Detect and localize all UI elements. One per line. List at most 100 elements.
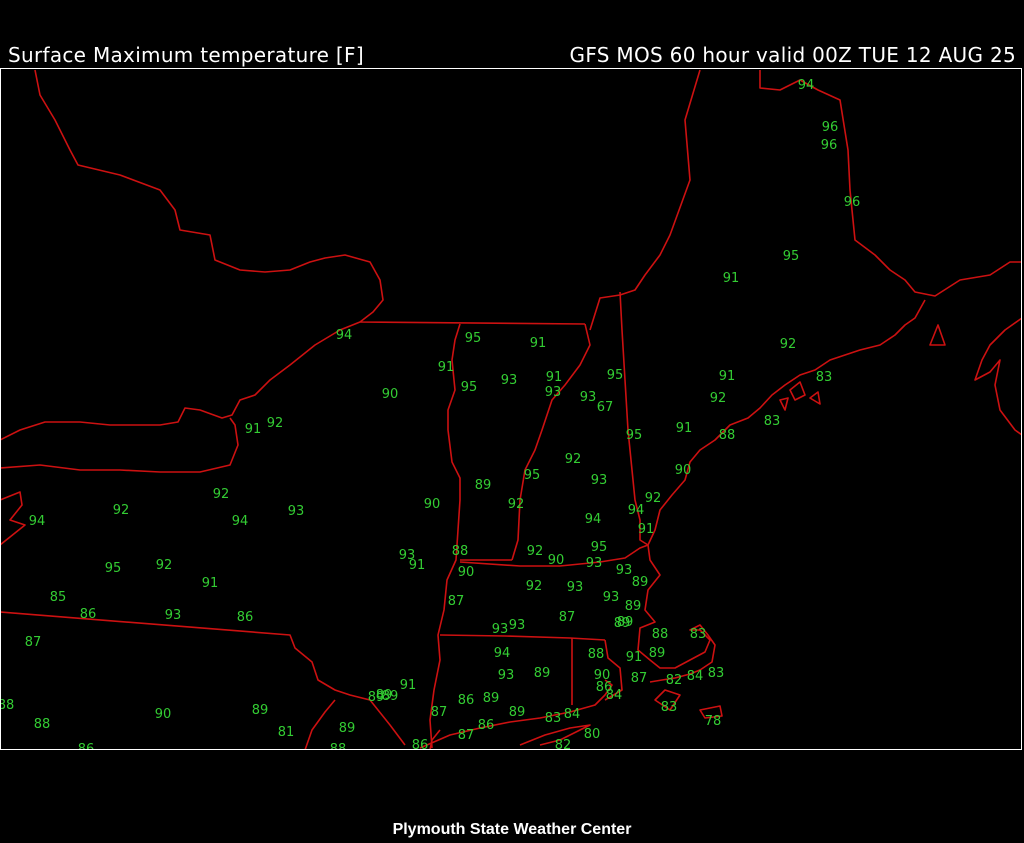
station-temperature-value: 93 (567, 580, 584, 595)
station-temperature-value: 81 (278, 725, 295, 740)
station-temperature-value: 86 (458, 693, 475, 708)
map-panel: 94 96 96 96 95 91 95 91 94 92 91 95 91 93 91 95 93 93 90 67… (0, 68, 1022, 750)
nova-scotia-coast (974, 317, 1021, 436)
lake-ontario-south-shore (1, 417, 239, 473)
station-temperature-value: 96 (844, 195, 861, 210)
lake-ontario-shore (1, 321, 361, 441)
station-temperature-value: 93 (580, 390, 597, 405)
station-temperature-value: 92 (565, 452, 582, 467)
maine-northern-border (759, 70, 1021, 297)
station-temperature-value: 92 (645, 491, 662, 506)
station-temperature-value: 95 (524, 468, 541, 483)
credit-footer: Plymouth State Weather Center (392, 821, 632, 838)
station-temperature-value: 94 (798, 78, 815, 93)
station-temperature-value: 91 (530, 336, 547, 351)
station-temperature-value: 92 (267, 416, 284, 431)
station-temperature-value: 92 (710, 391, 727, 406)
station-temperature-value: 84 (687, 669, 704, 684)
station-temperature-value: 80 (584, 727, 601, 742)
station-temperature-value: 92 (780, 337, 797, 352)
station-temperature-value: 91 (245, 422, 262, 437)
station-temperature-value: 92 (526, 579, 543, 594)
station-temperature-value: 95 (626, 428, 643, 443)
vt-nh-border (511, 323, 591, 561)
station-temperature-value: 89 (632, 575, 649, 590)
canada-border-north (34, 69, 586, 325)
station-temperature-value: 94 (494, 646, 511, 661)
station-temperature-value: 93 (498, 668, 515, 683)
boundary-lines (1, 69, 1021, 749)
station-temperature-value: 93 (545, 385, 562, 400)
ny-vermont-border (429, 323, 461, 749)
station-temperature-value: 93 (288, 504, 305, 519)
station-temperature-value: 89 (649, 646, 666, 661)
station-temperature-value: 88 (719, 428, 736, 443)
station-temperature-value: 87 (448, 594, 465, 609)
station-temperature-value: 93 (591, 473, 608, 488)
station-temperature-value: 83 (690, 627, 707, 642)
station-temperature-value: 90 (424, 497, 441, 512)
station-temperature-value: 96 (822, 120, 839, 135)
station-temperature-value: 90 (458, 565, 475, 580)
station-temperature-value: 93 (603, 590, 620, 605)
station-temperature-value: 95 (607, 368, 624, 383)
station-temperature-value: 86 (80, 607, 97, 622)
station-temperature-value: 87 (559, 610, 576, 625)
station-temperature-value: 89 (534, 666, 551, 681)
station-temperature-value: 95 (465, 331, 482, 346)
station-temperature-value: 89 (483, 691, 500, 706)
station-temperature-value: 89 (509, 705, 526, 720)
station-temperature-value: 88 (588, 647, 605, 662)
station-temperature-value: 90 (155, 707, 172, 722)
station-temperature-value: 84 (564, 707, 581, 722)
station-temperature-value: 87 (431, 705, 448, 720)
station-temperature-value: 88 (0, 698, 14, 713)
station-temperature-value: 89 (625, 599, 642, 614)
station-temperature-value: 91 (676, 421, 693, 436)
station-temperature-value: 89 (339, 721, 356, 736)
station-temperature-value: 86 (237, 610, 254, 625)
ma-ct-border (439, 634, 606, 641)
station-temperature-value: 83 (708, 666, 725, 681)
station-temperature-value: 93 (586, 556, 603, 571)
station-temperature-value: 95 (783, 249, 800, 264)
station-temperature-value: 94 (29, 514, 46, 529)
station-temperature-value: 91 (202, 576, 219, 591)
station-temperature-value: 88 (452, 544, 469, 559)
station-temperature-value: 87 (458, 728, 475, 743)
station-temperature-value: 94 (628, 503, 645, 518)
station-temperature-value: 91 (438, 360, 455, 375)
station-temperature-value: 89 (617, 615, 634, 630)
station-temperature-value: 96 (821, 138, 838, 153)
station-temperature-value: 89 (376, 688, 393, 703)
station-temperature-value: 94 (232, 514, 249, 529)
station-temperature-value: 92 (156, 558, 173, 573)
station-temperature-value: 93 (616, 563, 633, 578)
station-temperature-value: 88 (34, 717, 51, 732)
station-temperature-value: 93 (509, 618, 526, 633)
station-temperature-value: 91 (400, 678, 417, 693)
station-temperature-value: 84 (606, 688, 623, 703)
station-temperature-value: 90 (675, 463, 692, 478)
station-temperature-value: 78 (705, 714, 722, 729)
station-temperature-value: 90 (548, 553, 565, 568)
station-temperature-value: 91 (546, 370, 563, 385)
valid-time-label: GFS MOS 60 hour valid 00Z TUE 12 AUG 25 (569, 43, 1016, 67)
station-temperature-value: 83 (661, 700, 678, 715)
station-temperature-value: 93 (165, 608, 182, 623)
station-temperature-value: 92 (527, 544, 544, 559)
station-temperature-value: 83 (545, 711, 562, 726)
temperature-map: 94969696959195 91949291959193 919593 939067… (0, 69, 1021, 750)
station-temperature-value: 95 (105, 561, 122, 576)
station-temperature-value: 83 (816, 370, 833, 385)
station-temperature-value: 95 (461, 380, 478, 395)
station-temperature-value: 88 (652, 627, 669, 642)
station-temperature-value: 82 (555, 738, 572, 750)
station-temperature-value: 85 (50, 590, 67, 605)
station-temperature-value: 88 (330, 742, 347, 750)
station-temperature-value: 87 (25, 635, 42, 650)
station-temperature-value: 94 (336, 328, 353, 343)
station-temperature-value: 87 (631, 671, 648, 686)
station-temperature-value: 90 (382, 387, 399, 402)
station-temperature-value: 67 (597, 400, 614, 415)
